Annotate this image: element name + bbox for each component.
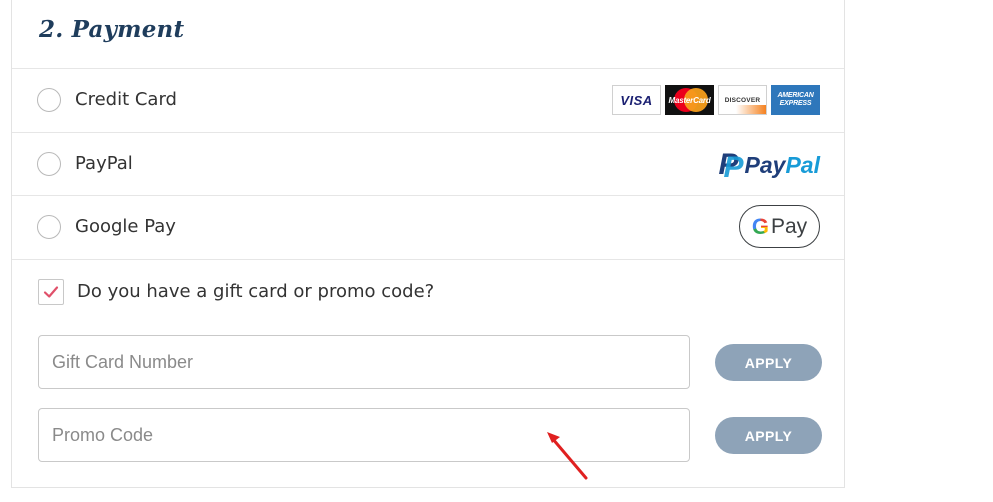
option-label-credit-card: Credit Card	[75, 89, 177, 110]
promo-checkbox-label: Do you have a gift card or promo code?	[77, 281, 435, 302]
payment-option-paypal[interactable]: PayPal PP PayPal	[12, 132, 844, 195]
apply-gift-card-button[interactable]: APPLY	[715, 344, 822, 381]
option-label-paypal: PayPal	[75, 153, 133, 174]
mastercard-logo-icon: MasterCard	[665, 85, 714, 115]
gift-card-number-input[interactable]	[38, 335, 690, 389]
checkmark-icon	[43, 286, 59, 298]
option-label-google-pay: Google Pay	[75, 216, 176, 237]
annotation-arrow-icon	[547, 432, 588, 480]
paypal-logo-icon: PP PayPal	[718, 148, 820, 184]
promo-code-input[interactable]	[38, 408, 690, 462]
google-pay-logo-icon: G Pay	[739, 205, 820, 248]
payment-panel: 2. Payment Credit Card VISA MasterCard D…	[11, 0, 845, 488]
apply-promo-code-button[interactable]: APPLY	[715, 417, 822, 454]
radio-credit-card[interactable]	[37, 88, 61, 112]
radio-google-pay[interactable]	[37, 215, 61, 239]
discover-logo-icon: DISCOVER	[718, 85, 767, 115]
promo-checkbox[interactable]	[38, 279, 64, 305]
card-logos: VISA MasterCard DISCOVER AMERICAN EXPRESS	[612, 85, 820, 115]
section-title: 2. Payment	[39, 16, 185, 43]
visa-logo-icon: VISA	[612, 85, 661, 115]
payment-option-google-pay[interactable]: Google Pay G Pay	[12, 195, 844, 258]
payment-option-credit-card[interactable]: Credit Card VISA MasterCard DISCOVER AME…	[12, 68, 844, 131]
radio-paypal[interactable]	[37, 152, 61, 176]
amex-logo-icon: AMERICAN EXPRESS	[771, 85, 820, 115]
